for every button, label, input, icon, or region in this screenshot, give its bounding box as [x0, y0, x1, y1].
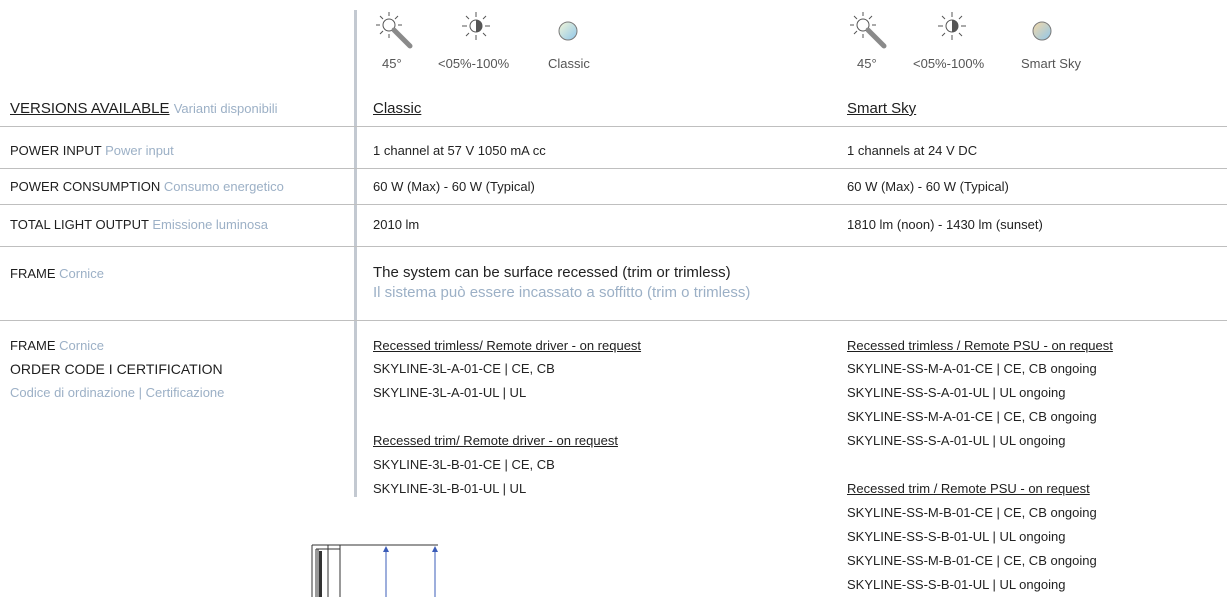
order-code: SKYLINE-3L-A-01-CE | CE, CB — [373, 361, 555, 376]
versions-label: VERSIONS AVAILABLE Varianti disponibili — [10, 100, 278, 117]
icon-caption: <05%-100% — [913, 56, 985, 71]
spec-value-smart: 60 W (Max) - 60 W (Typical) — [847, 179, 1009, 194]
icon-caption: Classic — [548, 56, 590, 71]
spec-value-classic: 2010 lm — [373, 217, 420, 232]
frame-text-it: Il sistema può essere incassato a soffit… — [373, 284, 751, 301]
spec-label: FRAME Cornice — [10, 266, 104, 281]
icon-caption: 45° — [382, 56, 402, 71]
column-divider — [354, 10, 357, 497]
spec-label: TOTAL LIGHT OUTPUT Emissione luminosa — [10, 217, 268, 232]
classic-trimless-title: Recessed trimless/ Remote driver - on re… — [373, 338, 642, 353]
order-code: SKYLINE-3L-A-01-UL | UL — [373, 385, 527, 400]
icon-caption: <05%-100% — [438, 56, 510, 71]
order-code: SKYLINE-SS-M-A-01-CE | CE, CB ongoing — [847, 409, 1097, 424]
order-code: SKYLINE-SS-M-A-01-CE | CE, CB ongoing — [847, 361, 1097, 376]
smart-trim-title: Recessed trim / Remote PSU - on request — [847, 481, 1090, 496]
icon-caption: Smart Sky — [1021, 56, 1081, 71]
row-rule — [0, 168, 1227, 169]
row-rule — [0, 204, 1227, 205]
order-code: SKYLINE-SS-M-B-01-CE | CE, CB ongoing — [847, 553, 1097, 568]
classic-sky-icon — [558, 21, 578, 41]
smart-sky-icon — [1032, 21, 1052, 41]
smart-trimless-title: Recessed trimless / Remote PSU - on requ… — [847, 338, 1113, 353]
version-smart: Smart Sky — [847, 100, 917, 117]
icon-caption: 45° — [857, 56, 877, 71]
order-label-frame: FRAME Cornice — [10, 338, 104, 353]
technical-drawing — [311, 544, 438, 597]
sun-beam-angle-icon — [850, 12, 887, 49]
order-code: SKYLINE-3L-B-01-CE | CE, CB — [373, 457, 555, 472]
order-label-code: ORDER CODE I CERTIFICATION — [10, 361, 223, 377]
spec-value-classic: 60 W (Max) - 60 W (Typical) — [373, 179, 535, 194]
order-code: SKYLINE-SS-S-A-01-UL | UL ongoing — [847, 385, 1066, 400]
classic-trim-title: Recessed trim/ Remote driver - on reques… — [373, 433, 618, 448]
version-classic: Classic — [373, 100, 422, 117]
spec-label: POWER INPUT Power input — [10, 143, 174, 158]
sun-dimming-icon — [938, 12, 966, 40]
spec-value-smart: 1 channels at 24 V DC — [847, 143, 978, 158]
spec-value-classic: 1 channel at 57 V 1050 mA cc — [373, 143, 546, 158]
sun-beam-angle-icon — [376, 12, 413, 49]
order-code: SKYLINE-SS-M-B-01-CE | CE, CB ongoing — [847, 505, 1097, 520]
order-label-code-it: Codice di ordinazione | Certificazione — [10, 385, 225, 400]
row-rule — [0, 320, 1227, 321]
row-rule — [0, 246, 1227, 247]
sun-dimming-icon — [462, 12, 490, 40]
spec-label: POWER CONSUMPTION Consumo energetico — [10, 179, 284, 194]
row-rule — [0, 126, 1227, 127]
order-code: SKYLINE-SS-S-B-01-UL | UL ongoing — [847, 529, 1066, 544]
frame-text: The system can be surface recessed (trim… — [373, 264, 731, 281]
spec-value-smart: 1810 lm (noon) - 1430 lm (sunset) — [847, 217, 1043, 232]
order-code: SKYLINE-3L-B-01-UL | UL — [373, 481, 527, 496]
order-code: SKYLINE-SS-S-B-01-UL | UL ongoing — [847, 577, 1066, 592]
order-code: SKYLINE-SS-S-A-01-UL | UL ongoing — [847, 433, 1066, 448]
